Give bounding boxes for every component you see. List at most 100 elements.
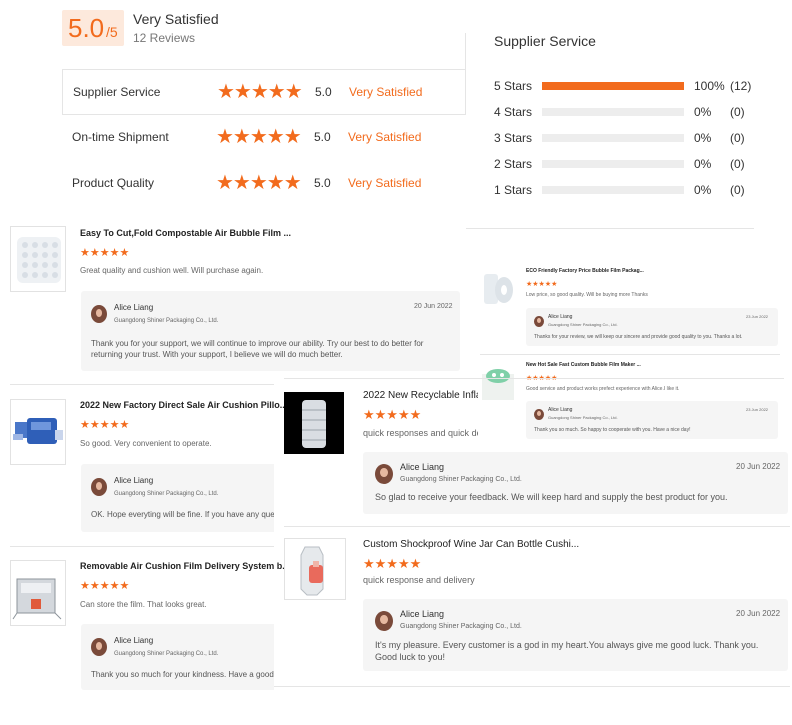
review-product-title[interactable]: 2022 New Recyclable Infla bbox=[363, 390, 478, 401]
review-comment: Great quality and cushion well. Will pur… bbox=[80, 266, 264, 275]
reply-text: So glad to receive your feedback. We wil… bbox=[375, 492, 728, 502]
star-rating-icon: ★★★★★ bbox=[526, 281, 558, 288]
review-product-title[interactable]: Easy To Cut,Fold Compostable Air Bubble … bbox=[80, 228, 291, 238]
reply-author: Alice Liang bbox=[548, 314, 573, 320]
review-product-title[interactable]: New Hot Sale Fast Custom Bubble Film Mak… bbox=[526, 362, 641, 368]
distribution-count: (0) bbox=[730, 157, 745, 171]
review-product-title[interactable]: ECO Friendly Factory Price Bubble Film P… bbox=[526, 268, 644, 274]
reply-text: Thank you so much for your kindness. Hav… bbox=[91, 670, 274, 679]
rating-word: Very Satisfied bbox=[349, 85, 423, 99]
star-rating-icon: ★★★★★ bbox=[80, 580, 130, 592]
supplier-reply: Alice Liang Guangdong Shiner Packaging C… bbox=[363, 452, 788, 514]
review-comment: Low price, so good quality. Will be buyi… bbox=[526, 292, 648, 298]
distribution-bar-track bbox=[542, 160, 684, 168]
supplier-reply: Alice Liang Guangdong Shiner Packaging C… bbox=[526, 401, 778, 439]
air-cushion-machine-icon bbox=[13, 418, 63, 444]
distribution-count: (0) bbox=[730, 105, 745, 119]
reply-text: Thanks for your review, we will keep our… bbox=[534, 334, 743, 340]
divider bbox=[466, 228, 754, 229]
distribution-row[interactable]: 1 Stars 0% (0) bbox=[494, 181, 764, 199]
distribution-label: 1 Stars bbox=[494, 183, 533, 197]
distribution-row[interactable]: 5 Stars 100% (12) bbox=[494, 77, 764, 95]
distribution-percent: 0% bbox=[694, 131, 712, 145]
distribution-bar-track bbox=[542, 186, 684, 194]
rating-word: Very Satisfied bbox=[348, 176, 422, 190]
review-comment: Can store the film. That looks great. bbox=[80, 600, 207, 609]
product-thumbnail[interactable] bbox=[284, 538, 346, 600]
divider bbox=[274, 686, 790, 687]
reply-date: 23 Jun 2022 bbox=[746, 407, 769, 412]
avatar bbox=[534, 409, 544, 420]
divider bbox=[10, 384, 274, 385]
reply-author: Alice Liang bbox=[114, 476, 154, 485]
reply-company: Guangdong Shiner Packaging Co., Ltd. bbox=[548, 322, 618, 327]
reply-date: 20 Jun 2022 bbox=[414, 303, 453, 310]
star-rating-icon: ★★★★★ bbox=[216, 172, 302, 194]
review-product-title[interactable]: Removable Air Cushion Film Delivery Syst… bbox=[80, 561, 290, 571]
review-comment: So good. Very convenient to operate. bbox=[80, 439, 212, 448]
reply-author: Alice Liang bbox=[114, 636, 154, 645]
rating-label: On-time Shipment bbox=[72, 130, 169, 144]
product-thumbnail[interactable] bbox=[10, 560, 66, 626]
rating-value: 5.0 bbox=[314, 130, 331, 144]
rating-value: 5.0 bbox=[315, 85, 332, 99]
review-product-title[interactable]: 2022 New Factory Direct Sale Air Cushion… bbox=[80, 400, 287, 410]
review-product-title[interactable]: Custom Shockproof Wine Jar Can Bottle Cu… bbox=[363, 539, 579, 550]
star-rating-icon: ★★★★★ bbox=[80, 247, 130, 259]
distribution-bar-track bbox=[542, 82, 684, 90]
product-thumbnail[interactable] bbox=[480, 362, 516, 402]
reply-company: Guangdong Shiner Packaging Co., Ltd. bbox=[400, 623, 522, 630]
supplier-reply: Alice Liang Guangdong Shiner Packaging C… bbox=[363, 599, 788, 671]
bubble-film-roll-icon bbox=[17, 237, 61, 283]
film-delivery-system-icon bbox=[12, 578, 62, 620]
review-comment: quick response and delivery bbox=[363, 575, 475, 585]
overall-score-badge: 5.0 /5 bbox=[62, 10, 124, 46]
avatar bbox=[534, 316, 544, 327]
star-rating-icon: ★★★★★ bbox=[80, 419, 130, 431]
supplier-reply: Alice Liang Guangdong Shiner Packaging C… bbox=[81, 291, 460, 371]
reply-date: 20 Jun 2022 bbox=[736, 609, 781, 618]
reply-company: Guangdong Shiner Packaging Co., Ltd. bbox=[548, 415, 618, 420]
distribution-row[interactable]: 4 Stars 0% (0) bbox=[494, 103, 764, 121]
rating-breakdown: Supplier Service ★★★★★ 5.0 Very Satisfie… bbox=[62, 69, 466, 209]
distribution-bar-track bbox=[542, 134, 684, 142]
divider bbox=[465, 33, 466, 69]
distribution-bar-track bbox=[542, 108, 684, 116]
rating-word: Very Satisfied bbox=[348, 130, 422, 144]
distribution-count: (0) bbox=[730, 183, 745, 197]
star-rating-icon: ★★★★★ bbox=[217, 81, 303, 103]
overall-score: 5.0 bbox=[68, 13, 105, 43]
distribution-percent: 100% bbox=[694, 79, 725, 93]
avatar bbox=[91, 638, 107, 656]
distribution-label: 3 Stars bbox=[494, 131, 533, 145]
product-thumbnail[interactable] bbox=[10, 226, 66, 292]
review-comment: quick responses and quick deli bbox=[363, 428, 478, 438]
reply-company: Guangdong Shiner Packaging Co., Ltd. bbox=[400, 476, 522, 483]
rating-row-product-quality[interactable]: Product Quality ★★★★★ 5.0 Very Satisfied bbox=[62, 161, 466, 207]
reply-text: Thank you so much. So happy to cooperate… bbox=[534, 427, 691, 433]
reply-text: It's my pleasure. Every customer is a go… bbox=[375, 640, 759, 662]
rating-row-on-time-shipment[interactable]: On-time Shipment ★★★★★ 5.0 Very Satisfie… bbox=[62, 115, 466, 161]
distribution-row[interactable]: 3 Stars 0% (0) bbox=[494, 129, 764, 147]
reply-author: Alice Liang bbox=[548, 407, 573, 413]
rating-label: Supplier Service bbox=[73, 85, 161, 99]
product-thumbnail[interactable] bbox=[284, 392, 344, 454]
distribution-title: Supplier Service bbox=[494, 33, 596, 49]
divider bbox=[284, 526, 790, 527]
rating-row-supplier-service[interactable]: Supplier Service ★★★★★ 5.0 Very Satisfie… bbox=[62, 69, 466, 115]
avatar bbox=[375, 464, 393, 484]
distribution-percent: 0% bbox=[694, 105, 712, 119]
review-count: 12 Reviews bbox=[133, 31, 196, 45]
divider bbox=[284, 378, 784, 379]
reply-author: Alice Liang bbox=[400, 462, 445, 472]
green-bubble-icon bbox=[482, 369, 514, 400]
distribution-percent: 0% bbox=[694, 183, 712, 197]
inflatable-column-bag-icon bbox=[302, 400, 326, 448]
avatar bbox=[375, 611, 393, 631]
distribution-row[interactable]: 2 Stars 0% (0) bbox=[494, 155, 764, 173]
reply-author: Alice Liang bbox=[114, 303, 154, 312]
star-rating-icon: ★★★★★ bbox=[363, 556, 422, 571]
product-thumbnail[interactable] bbox=[480, 268, 516, 308]
product-thumbnail[interactable] bbox=[10, 399, 66, 465]
distribution-label: 2 Stars bbox=[494, 157, 533, 171]
